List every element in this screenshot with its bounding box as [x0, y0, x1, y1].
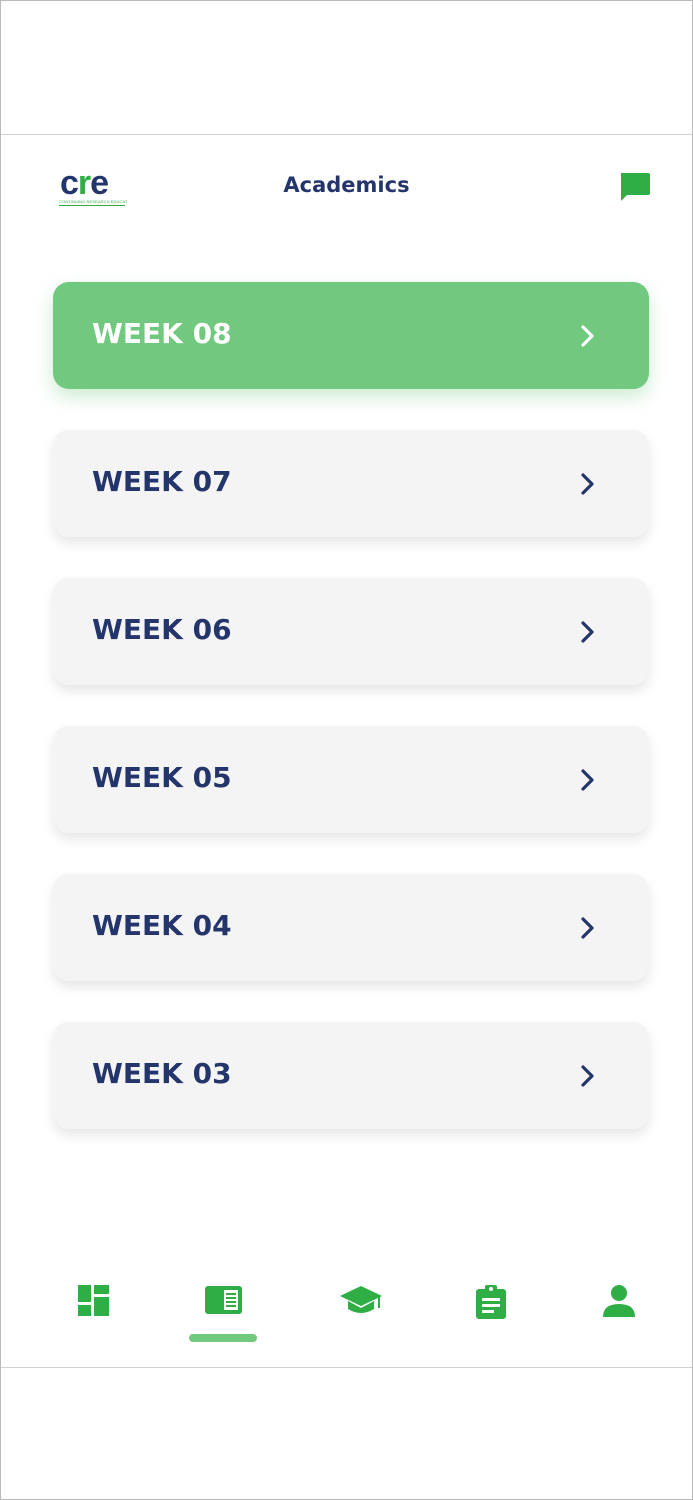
- nav-profile[interactable]: [601, 1284, 651, 1334]
- profile-icon: [603, 1285, 635, 1317]
- chevron-right-icon: [581, 917, 594, 939]
- logo-underline: [59, 205, 125, 206]
- book-icon: [205, 1286, 242, 1314]
- week-card-05[interactable]: WEEK 05: [53, 726, 649, 833]
- clipboard-icon: [476, 1285, 506, 1319]
- week-label: WEEK 04: [92, 909, 232, 942]
- logo-tagline: CONTINUING RESEARCH EDUCATION: [59, 199, 127, 204]
- week-card-08[interactable]: WEEK 08: [53, 282, 649, 389]
- week-label: WEEK 08: [92, 317, 232, 350]
- week-label: WEEK 05: [92, 761, 232, 794]
- dashboard-icon: [78, 1285, 109, 1316]
- week-label: WEEK 03: [92, 1057, 232, 1090]
- app-header: cre CONTINUING RESEARCH EDUCATION Academ…: [1, 135, 692, 245]
- nav-dashboard[interactable]: [77, 1284, 127, 1334]
- app-screen: cre CONTINUING RESEARCH EDUCATION Academ…: [1, 134, 692, 1368]
- page-title: Academics: [283, 173, 410, 197]
- week-label: WEEK 07: [92, 465, 232, 498]
- graduation-cap-icon: [340, 1286, 382, 1313]
- week-card-07[interactable]: WEEK 07: [53, 430, 649, 537]
- chevron-right-icon: [581, 621, 594, 643]
- nav-academics[interactable]: [204, 1284, 254, 1334]
- bottom-nav: [1, 1270, 692, 1367]
- chevron-right-icon: [581, 325, 594, 347]
- week-card-03[interactable]: WEEK 03: [53, 1022, 649, 1129]
- active-tab-indicator: [189, 1334, 257, 1342]
- chevron-right-icon: [581, 769, 594, 791]
- device-frame: cre CONTINUING RESEARCH EDUCATION Academ…: [0, 0, 693, 1500]
- chevron-right-icon: [581, 1065, 594, 1087]
- chat-bubble-icon[interactable]: [618, 171, 651, 203]
- week-card-06[interactable]: WEEK 06: [53, 578, 649, 685]
- week-card-04[interactable]: WEEK 04: [53, 874, 649, 981]
- week-label: WEEK 06: [92, 613, 232, 646]
- chevron-right-icon: [581, 473, 594, 495]
- nav-assignments[interactable]: [474, 1284, 524, 1334]
- nav-courses[interactable]: [339, 1284, 389, 1334]
